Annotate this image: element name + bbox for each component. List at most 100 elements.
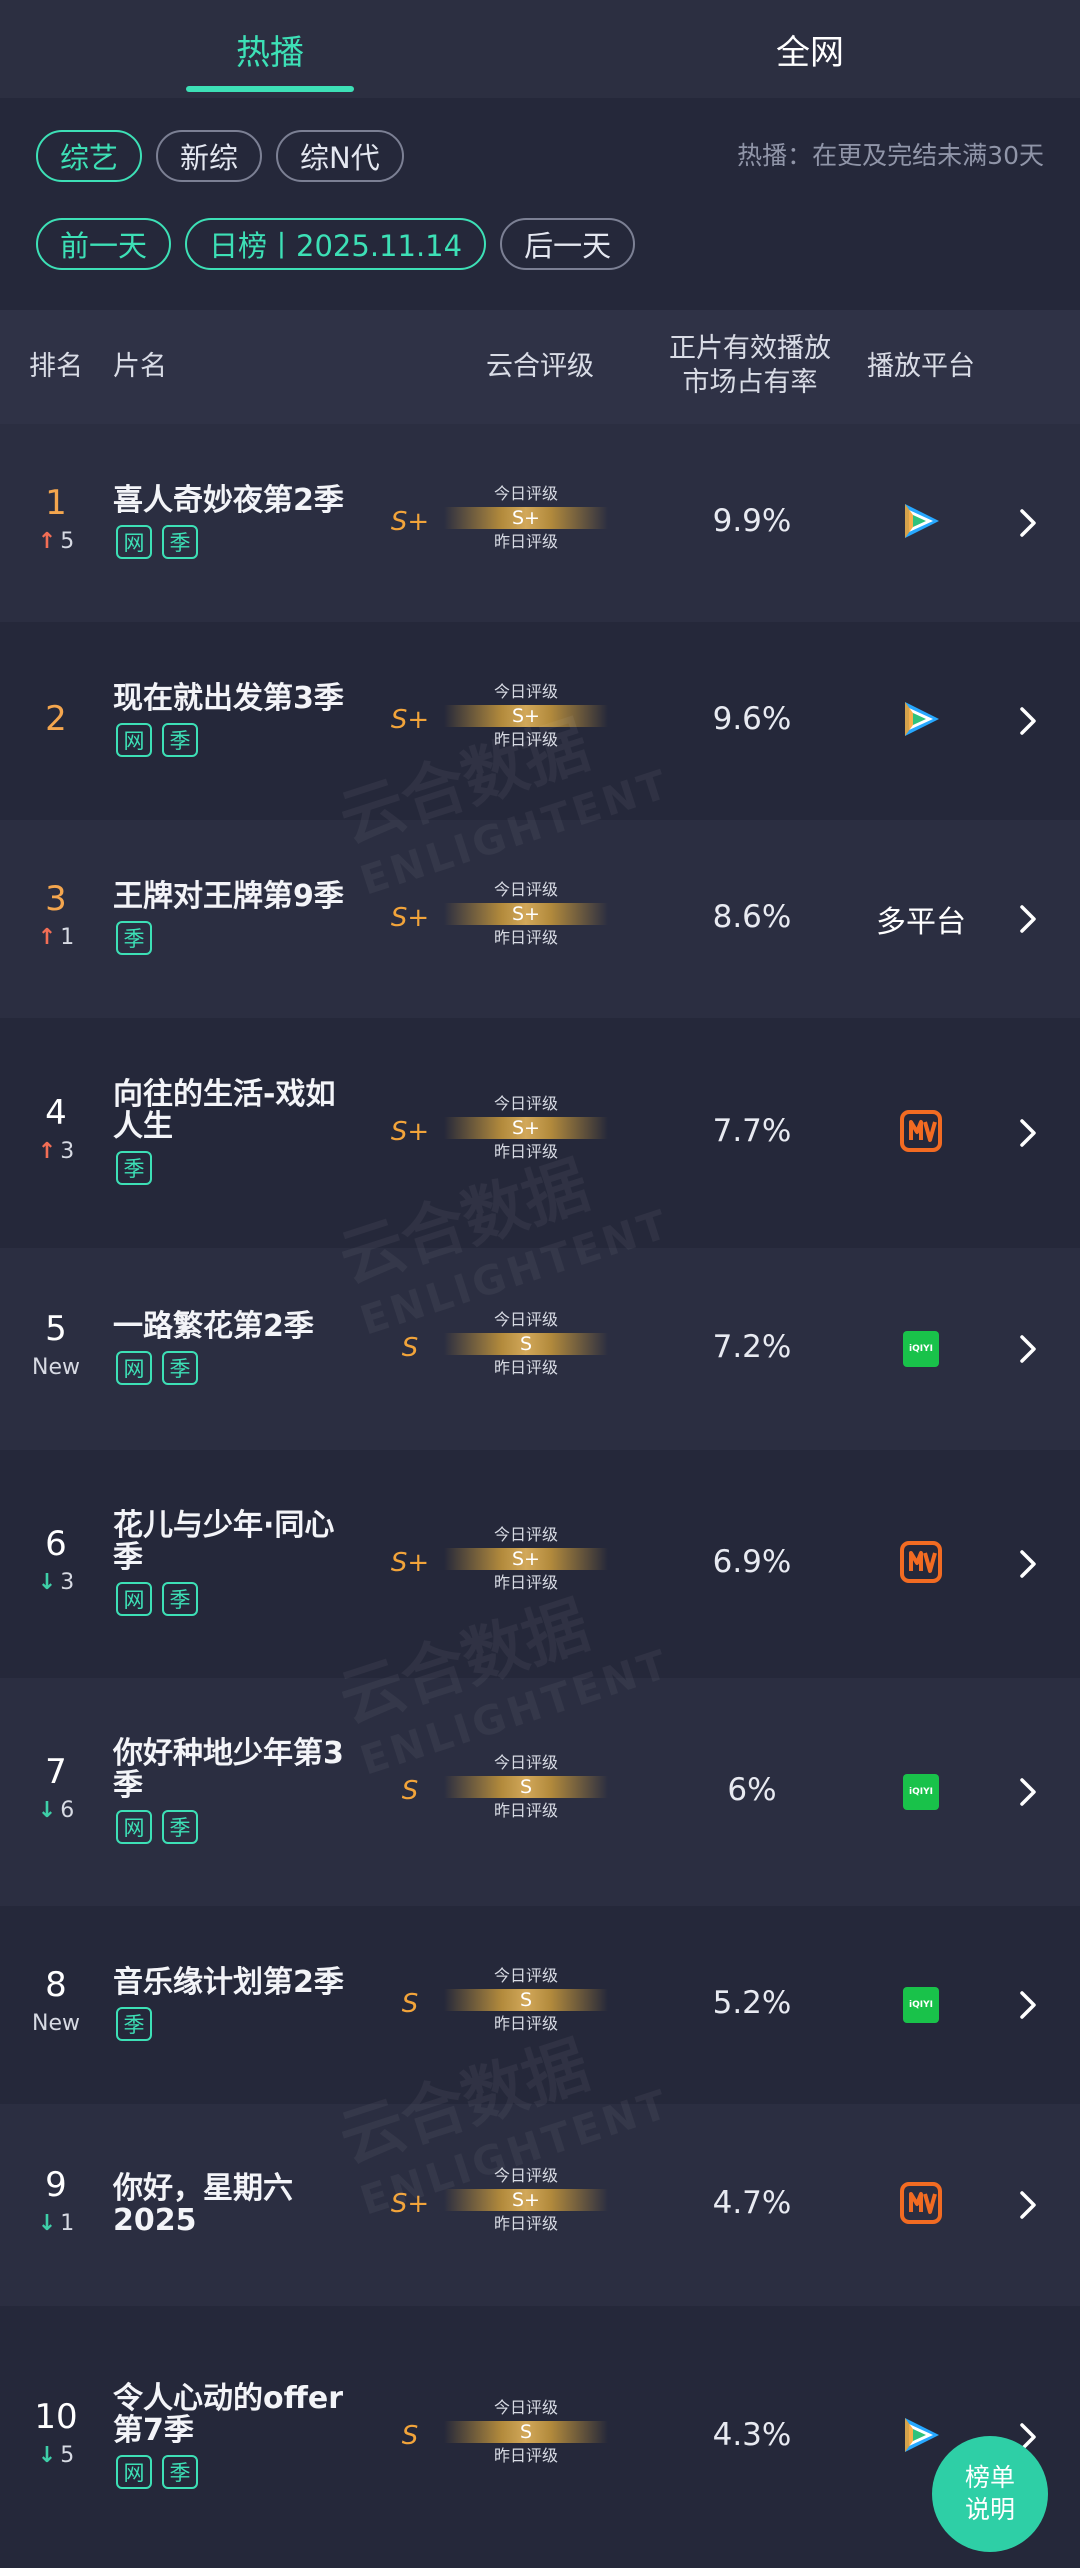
today-grade-bar: S+: [444, 903, 608, 925]
rank-number: 10: [34, 2397, 78, 2437]
top-tab-bar: 热播 全网: [0, 0, 1080, 98]
today-grade-bar: S+: [444, 1117, 608, 1139]
today-rating-label: 今日评级: [493, 484, 558, 503]
today-rating-label: 今日评级: [493, 682, 558, 701]
arrow-up-icon: ↑: [37, 1139, 57, 1164]
show-tags: 网季: [116, 1351, 208, 1385]
yesterday-rating-label: 昨日评级: [493, 2014, 558, 2033]
rating-widget: 今日评级 S+ 昨日评级: [444, 1526, 608, 1592]
filter-sequel-variety-chip[interactable]: 综N代: [276, 130, 404, 182]
arrow-up-icon: ↑: [37, 529, 57, 554]
next-day-button[interactable]: 后一天: [500, 218, 636, 270]
chevron-right-icon[interactable]: [1012, 1115, 1042, 1151]
mango-tv-icon: [900, 1541, 942, 1587]
chevron-right-icon[interactable]: [1012, 1987, 1042, 2023]
show-tags: 网季: [116, 525, 208, 559]
mango-tv-icon: [900, 1110, 942, 1156]
rank-change-value: New: [32, 1355, 80, 1380]
chevron-right-icon[interactable]: [1012, 1331, 1042, 1367]
show-tags: 网季: [116, 1582, 208, 1616]
rank-change: ↑ 1: [20, 925, 92, 950]
market-share-value: 9.9%: [712, 503, 792, 539]
platform-cell: iQIYI: [856, 1324, 986, 1374]
rank-change-value: 3: [60, 1570, 75, 1595]
rank-number: 3: [45, 879, 67, 919]
show-tag-badge: 季: [116, 2007, 152, 2041]
show-title: 现在就出发第3季: [113, 683, 363, 715]
table-row[interactable]: 4 ↑ 3 向往的生活-戏如 人生季 S+ 今日评级 S+ 昨日评级 7.7%: [0, 1018, 1080, 1248]
show-title-line: 王牌对王牌第9季: [113, 879, 344, 914]
show-title: 令人心动的offer 第7季: [113, 2383, 363, 2447]
table-row[interactable]: 3 ↑ 1 王牌对王牌第9季季 S+ 今日评级 S+ 昨日评级 8.6% 多平台: [0, 820, 1080, 1018]
yesterday-grade: S+: [390, 705, 430, 735]
rating-widget: 今日评级 S 昨日评级: [444, 1967, 608, 2033]
today-grade-bar: S: [444, 2421, 608, 2443]
show-tags: 季: [116, 1151, 162, 1185]
show-tag-badge: 网: [116, 723, 152, 757]
platform-cell: [856, 498, 986, 548]
table-row[interactable]: 6 ↓ 3 花儿与少年·同心季网季 S+ 今日评级 S+ 昨日评级 6.9%: [0, 1450, 1080, 1678]
rank-number: 9: [45, 2165, 67, 2205]
header-rating: 云合评级: [486, 351, 594, 382]
rank-number: 2: [45, 699, 67, 739]
platform-cell: [856, 2180, 986, 2230]
table-row[interactable]: 7 ↓ 6 你好种地少年第3 季网季 S 今日评级 S 昨日评级 6% iQIYI: [0, 1678, 1080, 1906]
chevron-right-icon[interactable]: [1012, 901, 1042, 937]
show-title-line: 你好，星期六: [113, 2171, 293, 2206]
show-title-line: 2025: [113, 2203, 197, 2238]
yesterday-rating-label: 昨日评级: [493, 1573, 558, 1592]
today-rating-label: 今日评级: [493, 1525, 558, 1544]
show-tag-badge: 季: [162, 1351, 198, 1385]
tab-all-network[interactable]: 全网: [540, 0, 1080, 98]
table-row[interactable]: 5 New 一路繁花第2季网季 S 今日评级 S 昨日评级 7.2% iQIYI: [0, 1248, 1080, 1450]
rating-widget: 今日评级 S+ 昨日评级: [444, 2167, 608, 2233]
platform-cell: [856, 1539, 986, 1589]
yesterday-rating-label: 昨日评级: [493, 2214, 558, 2233]
chevron-right-icon[interactable]: [1012, 703, 1042, 739]
show-tags: 季: [116, 921, 162, 955]
platform-cell: [856, 1108, 986, 1158]
table-row[interactable]: 8 New 音乐缘计划第2季季 S 今日评级 S 昨日评级 5.2% iQIYI: [0, 1906, 1080, 2104]
yesterday-grade: S+: [390, 1548, 430, 1578]
show-tags: 季: [116, 2007, 162, 2041]
filter-variety-chip[interactable]: 综艺: [36, 130, 143, 182]
chevron-right-icon[interactable]: [1012, 1774, 1042, 1810]
today-rating-label: 今日评级: [493, 1753, 558, 1772]
today-grade-bar: S+: [444, 2189, 608, 2211]
daily-chart-date-button[interactable]: 日榜丨2025.11.14: [185, 218, 487, 270]
chevron-right-icon[interactable]: [1012, 2187, 1042, 2223]
active-tab-indicator: [186, 86, 354, 92]
market-share-value: 5.2%: [712, 1985, 792, 2021]
show-tag-badge: 季: [116, 1151, 152, 1185]
table-row[interactable]: 9 ↓ 1 你好，星期六 2025 S+ 今日评级 S+ 昨日评级 4.7%: [0, 2104, 1080, 2306]
previous-day-button[interactable]: 前一天: [36, 218, 172, 270]
show-title: 音乐缘计划第2季: [113, 1967, 363, 1999]
show-title-line: 季: [113, 1768, 143, 1803]
show-title-line: 现在就出发第3季: [113, 681, 344, 716]
show-title: 向往的生活-戏如 人生: [113, 1079, 363, 1143]
market-share-value: 4.7%: [712, 2185, 792, 2221]
filter-new-variety-chip[interactable]: 新综: [156, 130, 263, 182]
show-tag-badge: 网: [116, 1810, 152, 1844]
rank-change: ↑ 5: [20, 529, 92, 554]
show-title-line: 喜人奇妙夜第2季: [113, 483, 344, 518]
table-row[interactable]: 10 ↓ 5 令人心动的offer 第7季网季 S 今日评级 S 昨日评级 4.3%: [0, 2306, 1080, 2568]
rank-change: New: [20, 2011, 92, 2036]
rank-change: ↓ 3: [20, 1570, 92, 1595]
platform-text: 多平台: [876, 905, 966, 940]
table-row[interactable]: 1 ↑ 5 喜人奇妙夜第2季网季 S+ 今日评级 S+ 昨日评级 9.9%: [0, 424, 1080, 622]
chevron-right-icon[interactable]: [1012, 505, 1042, 541]
arrow-down-icon: ↓: [37, 1798, 57, 1823]
market-share-value: 6.9%: [712, 1544, 792, 1580]
chart-explanation-button[interactable]: 榜单 说明: [932, 2436, 1048, 2552]
yesterday-rating-label: 昨日评级: [493, 730, 558, 749]
show-tags: 网季: [116, 1810, 208, 1844]
show-title-line: 人生: [113, 1109, 173, 1144]
show-tag-badge: 季: [116, 921, 152, 955]
yesterday-rating-label: 昨日评级: [493, 928, 558, 947]
chevron-right-icon[interactable]: [1012, 1546, 1042, 1582]
table-row[interactable]: 2 现在就出发第3季网季 S+ 今日评级 S+ 昨日评级 9.6%: [0, 622, 1080, 820]
tab-hot[interactable]: 热播: [0, 0, 540, 98]
ranking-table-header: 排名 片名 云合评级 正片有效播放 市场占有率 播放平台: [0, 310, 1080, 424]
yesterday-grade: S+: [390, 1117, 430, 1147]
